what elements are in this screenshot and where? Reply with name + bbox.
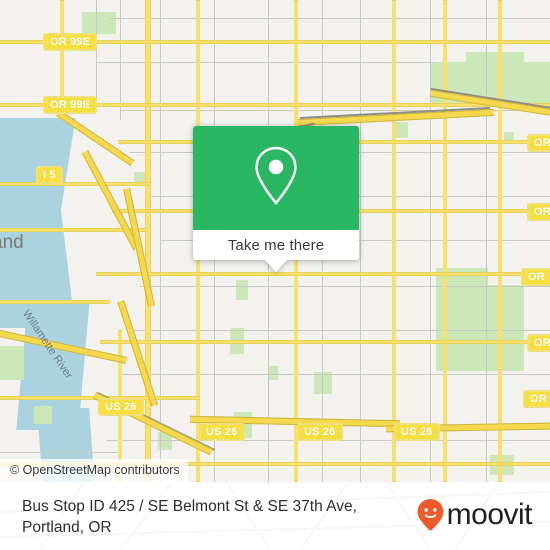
arterial-road xyxy=(443,0,447,482)
road-shield[interactable]: US 26 xyxy=(297,423,343,441)
road-shield[interactable]: OR 99E xyxy=(43,96,98,114)
park-area xyxy=(466,52,524,70)
arterial-road xyxy=(96,272,550,276)
minor-street xyxy=(130,330,550,331)
park-area xyxy=(34,406,52,424)
moovit-logo[interactable]: moovit xyxy=(416,498,533,532)
park-area xyxy=(0,346,24,380)
arterial-road xyxy=(0,182,150,186)
map-canvas[interactable]: and Willamette River OR 99E OR 99E I 5 U… xyxy=(0,0,550,482)
arterial-road xyxy=(498,0,502,482)
map-pin-icon xyxy=(249,143,303,214)
popup-tail xyxy=(264,259,288,272)
place-label-portland: and xyxy=(0,232,24,253)
park-area xyxy=(82,12,116,34)
road-shield[interactable]: US 26 xyxy=(98,398,144,416)
popup-header xyxy=(193,126,359,230)
road-shield[interactable]: OR xyxy=(527,134,550,152)
minor-street xyxy=(140,286,550,287)
popup-footer[interactable]: Take me there xyxy=(193,230,359,272)
road-shield[interactable]: OR xyxy=(521,268,550,286)
arterial-road xyxy=(392,0,396,482)
arterial-road xyxy=(145,0,151,482)
road-shield[interactable]: I 5 xyxy=(36,166,63,184)
minor-street xyxy=(486,0,487,482)
map-popup-card[interactable]: Take me there xyxy=(193,126,359,272)
moovit-wordmark: moovit xyxy=(446,498,533,531)
park-area xyxy=(268,366,278,380)
take-me-there-label: Take me there xyxy=(227,236,325,254)
minor-street xyxy=(110,18,550,19)
footer-bar: Bus Stop ID 425 / SE Belmont St & SE 37t… xyxy=(0,482,550,550)
park-area xyxy=(314,372,332,394)
minor-street xyxy=(0,452,120,453)
location-title: Bus Stop ID 425 / SE Belmont St & SE 37t… xyxy=(22,498,357,536)
moovit-smiley-pin-icon xyxy=(416,498,445,532)
road-shield[interactable]: US 26 xyxy=(394,423,440,441)
road-shield[interactable]: US 26 xyxy=(199,423,245,441)
arterial-road xyxy=(100,340,550,344)
minor-street xyxy=(96,0,97,110)
minor-street xyxy=(360,0,361,482)
map-screenshot: and Willamette River OR 99E OR 99E I 5 U… xyxy=(0,0,550,550)
arterial-road xyxy=(0,300,110,304)
map-attribution[interactable]: © OpenStreetMap contributors xyxy=(0,459,188,482)
road-shield[interactable]: OR xyxy=(523,390,550,408)
road-shield[interactable]: OR xyxy=(527,334,550,352)
road-shield[interactable]: OR 99E xyxy=(43,33,98,51)
minor-street xyxy=(430,0,431,482)
park-area xyxy=(436,285,524,371)
park-area xyxy=(236,280,248,300)
road-shield[interactable]: OR xyxy=(527,203,550,221)
minor-street xyxy=(120,0,121,120)
minor-street xyxy=(160,0,161,482)
park-area xyxy=(396,122,408,138)
